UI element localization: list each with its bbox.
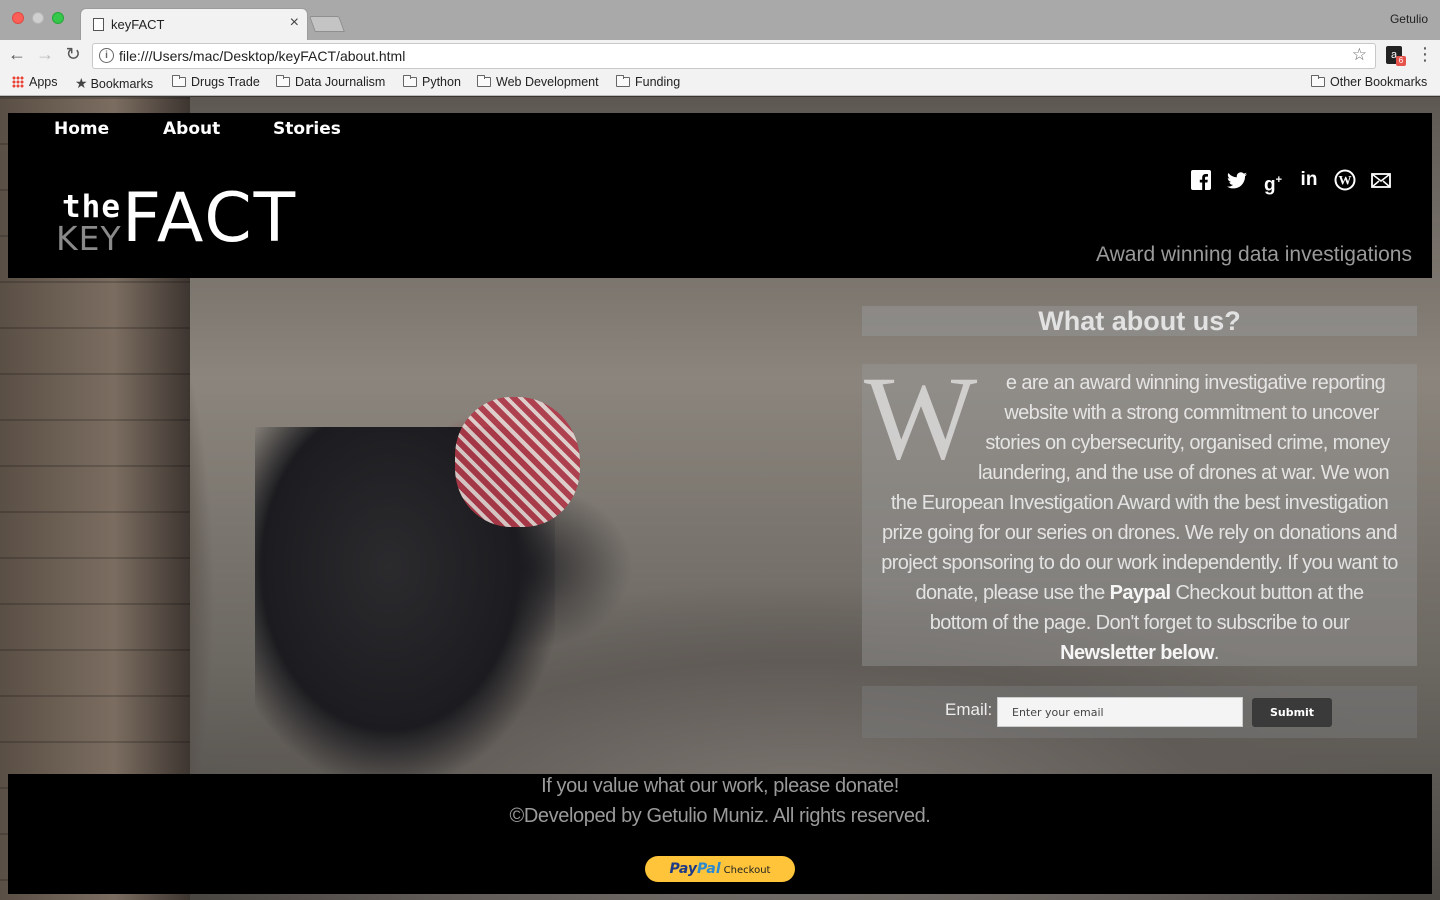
extension-badge: 6 [1396, 56, 1406, 66]
paypal-checkout-button[interactable]: PayPal Checkout [645, 856, 795, 882]
page-icon [93, 18, 104, 31]
page-background: Home About Stories the KEY FACT g+ in W … [0, 97, 1440, 900]
tab-title: keyFACT [111, 17, 165, 32]
star-icon: ★ [75, 75, 88, 91]
bookmark-bookmarks[interactable]: ★ Bookmarks [75, 75, 153, 92]
apps-grid-icon [12, 76, 24, 88]
logo-key: KEY [56, 219, 122, 258]
paypal-emphasis: Paypal [1109, 582, 1171, 604]
social-links: g+ in W [1190, 169, 1392, 195]
menu-icon[interactable]: ⋮ [1416, 44, 1434, 65]
folder-icon [172, 75, 186, 87]
window-maximize-button[interactable] [52, 12, 64, 24]
submit-button[interactable]: Submit [1252, 698, 1332, 727]
site-logo[interactable]: the KEY FACT [56, 179, 295, 265]
bookmark-data-journalism[interactable]: Data Journalism [276, 75, 385, 89]
browser-tab[interactable]: keyFACT × [80, 8, 308, 40]
facebook-icon[interactable] [1190, 169, 1212, 191]
info-icon[interactable]: i [99, 48, 114, 63]
svg-text:W: W [1339, 173, 1352, 188]
wordpress-icon[interactable]: W [1334, 169, 1356, 191]
new-tab-button[interactable] [309, 16, 345, 32]
logo-fact: FACT [122, 179, 298, 258]
bookmark-web-development[interactable]: Web Development [477, 75, 599, 89]
paypal-logo-pal: Pal [697, 861, 721, 877]
donate-text: If you value what our work, please donat… [541, 775, 899, 797]
forward-arrow-icon[interactable]: → [34, 44, 56, 65]
about-heading: What about us? [862, 306, 1417, 336]
email-label: Email: [945, 700, 993, 719]
bookmarks-bar: Apps ★ Bookmarks Drugs Trade Data Journal… [0, 72, 1440, 96]
profile-name[interactable]: Getulio [1390, 12, 1428, 26]
site-header: Home About Stories the KEY FACT g+ in W … [8, 113, 1432, 278]
copyright-text: ©Developed by Getulio Muniz. All rights … [509, 805, 931, 827]
bookmark-drugs-trade[interactable]: Drugs Trade [172, 75, 260, 89]
about-panel: W e are an award winning investigative r… [862, 358, 1417, 666]
address-bar[interactable]: i file:///Users/mac/Desktop/keyFACT/abou… [92, 43, 1376, 69]
bookmark-funding[interactable]: Funding [616, 75, 680, 89]
newsletter-form: Email: Submit [862, 686, 1417, 738]
bookmark-star-icon[interactable]: ☆ [1352, 45, 1367, 65]
bookmark-apps[interactable]: Apps [12, 75, 58, 89]
folder-icon [276, 75, 290, 87]
tab-close-icon[interactable]: × [290, 14, 299, 32]
background-photo-scarf [455, 397, 580, 527]
newsletter-emphasis: Newsletter below [1060, 642, 1214, 664]
nav-stories-link[interactable]: Stories [273, 119, 341, 139]
google-plus-icon[interactable]: g+ [1262, 169, 1284, 195]
back-arrow-icon[interactable]: ← [6, 44, 28, 65]
site-footer: If you value what our work, please donat… [8, 774, 1432, 894]
paypal-logo-pay: Pay [669, 861, 698, 877]
reload-icon[interactable]: ↻ [62, 44, 84, 65]
paypal-checkout-label: Checkout [723, 865, 771, 876]
nav-home-link[interactable]: Home [54, 119, 109, 139]
site-tagline: Award winning data investigations [1096, 243, 1412, 266]
folder-icon [403, 75, 417, 87]
about-paragraph: e are an award winning investigative rep… [881, 372, 1398, 664]
linkedin-icon[interactable]: in [1298, 169, 1320, 191]
window-close-button[interactable] [12, 12, 24, 24]
folder-icon [477, 75, 491, 87]
folder-icon [616, 75, 630, 87]
folder-icon [1311, 75, 1325, 87]
bookmark-other[interactable]: Other Bookmarks [1311, 75, 1427, 89]
nav-about-link[interactable]: About [163, 119, 220, 139]
twitter-icon[interactable] [1226, 169, 1248, 191]
email-icon[interactable] [1370, 169, 1392, 191]
email-input[interactable] [997, 697, 1243, 727]
bookmark-python[interactable]: Python [403, 75, 461, 89]
url-text[interactable]: file:///Users/mac/Desktop/keyFACT/about.… [119, 48, 405, 64]
browser-toolbar: ← → ↻ i file:///Users/mac/Desktop/keyFAC… [0, 40, 1440, 72]
window-minimize-button[interactable] [32, 12, 44, 24]
browser-titlebar: keyFACT × Getulio [0, 0, 1440, 40]
